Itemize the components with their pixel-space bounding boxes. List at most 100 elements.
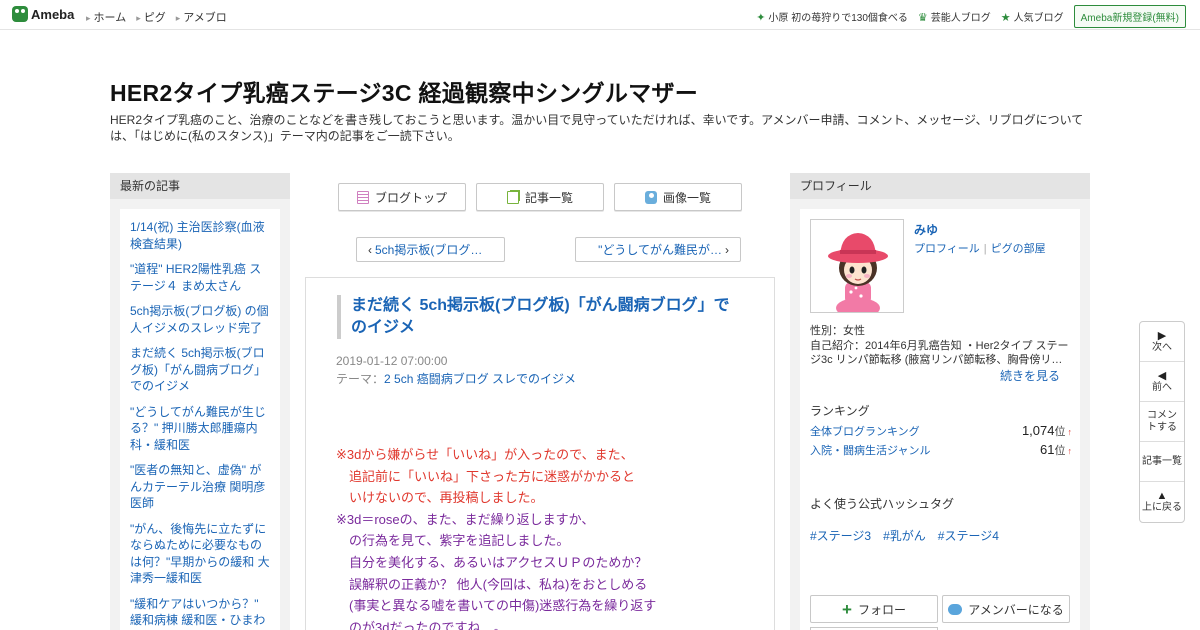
recent-article-link[interactable]: "医者の無知と、虚偽" がんカテーテル治療 関明彦医師 — [130, 460, 270, 519]
article-line: (事実と異なる嘘を書いての中傷)迷惑行為を繰り返す — [336, 598, 657, 614]
ranking-value: 61位 ↑ — [1040, 442, 1072, 458]
chevron-right-icon: ▸ — [136, 13, 141, 23]
article-line: ※3d＝roseの、また、まだ繰り返しますか、 — [336, 511, 595, 527]
next-arrow-icon: ▶ — [1157, 329, 1167, 342]
prev-article-button[interactable]: ‹ 5ch掲示板(ブログ… — [356, 237, 505, 262]
nav-label: 前へ — [1152, 381, 1172, 393]
prev-arrow-icon: ◀ — [1157, 369, 1167, 382]
profile-box: みゆ プロフィール | ピグの部屋 性別：女性 自己紹介：2014年6月乳癌告知 ・… — [800, 209, 1080, 630]
blog-top-button[interactable]: ブログトップ — [338, 183, 466, 211]
signup-button[interactable]: Ameba新規登録(無料) — [1073, 5, 1186, 28]
hashtag-link[interactable]: #ステージ3 — [810, 527, 871, 544]
ranking-label[interactable]: 全体ブログランキング — [810, 423, 920, 439]
button-label: アメンバーになる — [968, 602, 1064, 617]
profile-link[interactable]: プロフィール — [914, 243, 980, 255]
article-list-button[interactable]: 記事一覧 — [476, 183, 604, 211]
recent-article-link[interactable]: 5ch掲示板(ブログ板) の個人イジメのスレッド完了 — [130, 301, 270, 343]
image-list-button[interactable]: 画像一覧 — [614, 183, 742, 211]
nav-ameblo[interactable]: ▸ アメブロ — [176, 9, 227, 25]
blog-title[interactable]: HER2タイプ乳癌ステージ3C 経過観察中シングルマザー — [110, 74, 698, 108]
button-label: フォロー — [857, 602, 906, 617]
profile-heading: プロフィール — [790, 173, 1090, 199]
recent-article-link[interactable]: 1/14(祝) 主治医診察(血液検査結果) — [130, 217, 270, 259]
blog-nav-buttons: ブログトップ 記事一覧 画像一覧 — [338, 183, 742, 211]
theme-label: テーマ： — [336, 372, 385, 386]
top-nav-right: ✦ 小原 初の苺狩りで130個食べる ♛ 芸能人ブログ ★ 人気ブログ Ameba新規… — [756, 5, 1186, 28]
up-arrow-icon: ▲ — [1156, 490, 1168, 502]
hashtag-link[interactable]: #乳がん — [883, 527, 926, 544]
recent-article-link[interactable]: "がん、後悔先に立たずにならぬために必要なものは何？"早期からの緩和 大津秀一緩… — [130, 519, 270, 594]
ranking-row: 全体ブログランキング 1,074位 ↑ — [810, 423, 1072, 439]
hashtag-heading: よく使う公式ハッシュタグ — [810, 497, 955, 511]
chevron-left-icon: ‹ — [368, 242, 372, 257]
nav-label: アメブロ — [183, 12, 227, 24]
article-line: 誤解釈の正義か？ 他人(今回は、私ね)をおとしめる — [336, 576, 648, 592]
profile-links: プロフィール | ピグの部屋 — [914, 240, 1046, 256]
article-body: ※3dから嫌がらせ「いいね」が入ったので、また、 追記前に「いいね」下さった方に… — [336, 444, 766, 630]
follow-button[interactable]: + フォロー — [810, 595, 938, 623]
top-bar: Ameba ▸ ホーム ▸ ピグ ▸ アメブロ ✦ 小原 初の苺狩りで130個食べる ♛… — [0, 0, 1200, 30]
popular-label: 人気ブログ — [1013, 13, 1064, 24]
back-to-top-nav[interactable]: ▲ 上に戻る — [1140, 482, 1184, 522]
comment-nav[interactable]: コメントする — [1140, 402, 1184, 442]
article-title[interactable]: まだ続く 5ch掲示板(ブログ板)「がん闘病ブログ」でのイジメ — [337, 295, 737, 339]
recent-articles-list: 1/14(祝) 主治医診察(血液検査結果) "道程" HER2陽性乳癌 ステージ… — [120, 209, 280, 630]
avatar[interactable] — [810, 219, 904, 313]
pigg-room-link[interactable]: ピグの部屋 — [991, 243, 1046, 255]
article-line: のが3dだったのですね…。 — [336, 619, 507, 630]
trend-up-icon: ↑ — [1067, 427, 1073, 437]
rank-number: 61 — [1040, 442, 1055, 457]
recent-article-link[interactable]: "道程" HER2陽性乳癌 ステージ４ まめ太さん — [130, 259, 270, 301]
chat-bubble-icon — [948, 603, 963, 615]
ameba-logo[interactable]: Ameba — [12, 6, 74, 22]
ranking-heading: ランキング — [810, 404, 870, 418]
read-more-link[interactable]: 続きを見る — [1000, 367, 1060, 384]
next-article-nav[interactable]: ▶ 次へ — [1140, 322, 1184, 362]
rank-unit: 位 — [1054, 426, 1066, 438]
article-line: ※3dから嫌がらせ「いいね」が入ったので、また、 — [336, 447, 634, 462]
profile-name[interactable]: みゆ — [914, 221, 938, 238]
prev-article-nav[interactable]: ◀ 前へ — [1140, 362, 1184, 402]
recent-article-link[interactable]: "どうしてがん難民が生じる？" 押川勝太郎腫瘍内科・緩和医 — [130, 402, 270, 461]
news-link[interactable]: ✦ 小原 初の苺狩りで130個食べる — [756, 9, 908, 24]
recent-article-link[interactable]: "緩和ケアはいつから？" 緩和病棟 緩和医・ひまわり先生 — [130, 594, 270, 630]
floating-side-nav: ▶ 次へ ◀ 前へ コメントする 記事一覧 ▲ 上に戻る — [1139, 321, 1185, 523]
left-sidebar: 最新の記事 1/14(祝) 主治医診察(血液検査結果) "道程" HER2陽性乳… — [110, 173, 290, 630]
article-line: いけないので、再投稿しました。 — [336, 490, 544, 506]
nav-pigg[interactable]: ▸ ピグ — [136, 9, 166, 25]
chevron-right-icon: ▸ — [86, 13, 91, 23]
recent-articles-heading: 最新の記事 — [110, 173, 290, 199]
popular-blog-link[interactable]: ★ 人気ブログ — [1001, 9, 1064, 24]
theme-link[interactable]: 2 5ch 癌闘病ブログ スレでのイジメ — [384, 372, 576, 386]
profile-info: 性別：女性 自己紹介：2014年6月乳癌告知 ・Her2タイプ ステージ3c リ… — [810, 324, 1072, 368]
top-nav: ▸ ホーム ▸ ピグ ▸ アメブロ — [86, 9, 227, 25]
amember-button[interactable]: アメンバーになる — [942, 595, 1070, 623]
rank-number: 1,074 — [1021, 423, 1055, 438]
chevron-right-icon: ▸ — [175, 13, 181, 23]
next-article-button[interactable]: "どうしてがん難民が… › — [575, 237, 741, 262]
article-list-nav[interactable]: 記事一覧 — [1140, 442, 1184, 482]
nav-home[interactable]: ▸ ホーム — [86, 9, 126, 25]
logo-text: Ameba — [31, 6, 75, 22]
ranking-label[interactable]: 入院・闘病生活ジャンル — [810, 442, 930, 458]
chevron-right-icon: › — [725, 242, 729, 257]
blog-description: HER2タイプ乳癌のこと、治療のことなどを書き残しておこうと思います。温かい目で… — [110, 113, 1084, 143]
button-label: 記事一覧 — [524, 190, 573, 205]
hashtag-list: #ステージ3 #乳がん #ステージ4 — [810, 527, 999, 544]
article-theme: テーマ：2 5ch 癌闘病ブログ スレでのイジメ — [336, 370, 576, 387]
celebrity-blog-link[interactable]: ♛ 芸能人ブログ — [918, 9, 991, 24]
hashtag-link[interactable]: #ステージ4 — [938, 527, 999, 544]
nav-label: 上に戻る — [1142, 502, 1182, 513]
plus-icon: + — [842, 599, 852, 619]
avatar-illustration — [811, 220, 903, 312]
article: まだ続く 5ch掲示板(ブログ板)「がん闘病ブログ」でのイジメ 2019-01-… — [305, 277, 775, 630]
recent-article-link[interactable]: まだ続く 5ch掲示板(ブログ板)「がん闘病ブログ」でのイジメ — [130, 343, 270, 402]
news-label: 小原 初の苺狩りで130個食べる — [768, 13, 908, 24]
sparkle-icon: ✦ — [756, 12, 766, 24]
profile-gender: 性別：女性 — [810, 325, 865, 337]
prev-article-label: 5ch掲示板(ブログ… — [375, 243, 483, 257]
ranking-row: 入院・闘病生活ジャンル 61位 ↑ — [810, 442, 1072, 458]
crown-icon: ♛ — [917, 12, 928, 24]
divider: | — [983, 243, 987, 255]
celebrity-label: 芸能人ブログ — [930, 13, 991, 24]
